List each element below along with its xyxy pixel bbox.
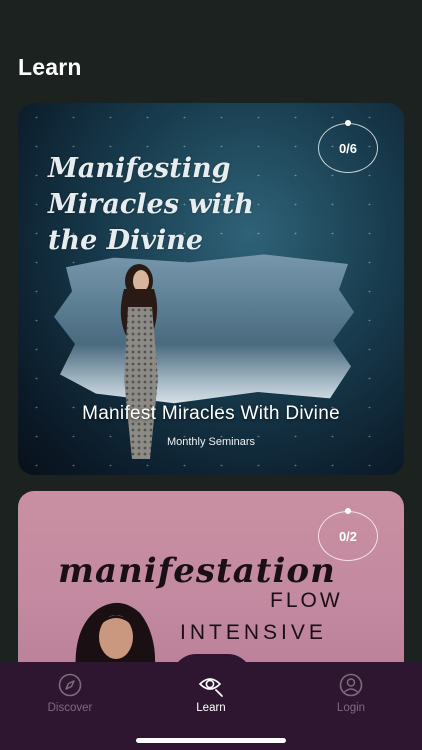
tab-login[interactable]: Login: [306, 672, 396, 714]
artwork-text-line-2: FLOW: [270, 589, 343, 612]
progress-indicator: 0/6: [318, 120, 378, 173]
card-title: Manifest Miracles With Divine: [82, 403, 340, 424]
tab-label: Discover: [47, 702, 93, 714]
progress-dot: [345, 120, 351, 126]
progress-dot: [345, 508, 351, 514]
course-card-manifestation-flow[interactable]: manifestation FLOW INTENSIVE 0/2: [18, 491, 404, 681]
tab-label: Login: [336, 702, 366, 714]
home-indicator[interactable]: [136, 738, 286, 743]
progress-indicator: 0/2: [318, 508, 378, 561]
card-subtitle: Monthly Seminars: [166, 436, 256, 448]
compass-icon: [58, 673, 82, 697]
ocean-brush-stroke: [54, 254, 354, 404]
progress-count: 0/6: [338, 140, 358, 156]
artwork-text-line-1: manifestation: [58, 551, 336, 591]
eye-search-icon: [198, 678, 223, 697]
artwork-text-line-1: Manifesting: [48, 153, 231, 184]
progress-count: 0/2: [338, 528, 358, 544]
artwork-text-line-3: the Divine: [48, 225, 204, 256]
tab-discover[interactable]: Discover: [25, 672, 115, 714]
user-icon: [339, 673, 363, 697]
artwork-text-line-3: INTENSIVE: [180, 621, 327, 644]
tab-learn[interactable]: Learn: [166, 672, 256, 714]
tab-label: Learn: [196, 702, 226, 714]
artwork-text-line-2: Miracles with: [48, 189, 254, 220]
course-card-manifest-miracles[interactable]: Manifesting Miracles with the Divine 0/6…: [18, 103, 404, 475]
page-title: Learn: [18, 54, 82, 80]
bottom-tab-bar: Discover Learn Login: [0, 654, 422, 750]
